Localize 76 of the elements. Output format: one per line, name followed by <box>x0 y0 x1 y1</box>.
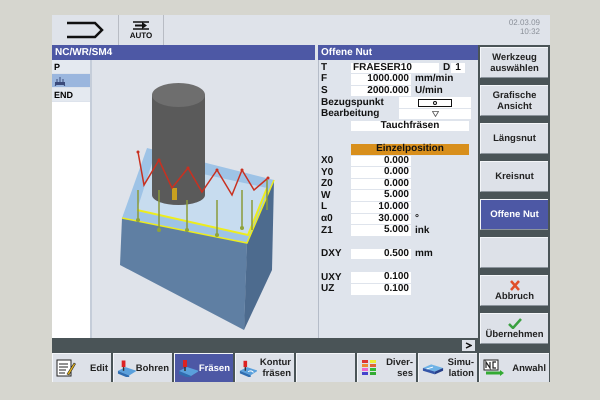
program-path-bar: NC/WR/SM4 <box>52 45 315 60</box>
reference-point-toggle[interactable] <box>399 97 471 108</box>
input-field[interactable]: 0.100 <box>351 272 411 283</box>
softkey[interactable]: Werkzeug auswählen <box>480 47 548 78</box>
unit-label: mm/min <box>415 74 454 84</box>
field-label: Z0 <box>321 179 334 190</box>
input-field[interactable]: 2000.000 <box>351 86 411 96</box>
input-field[interactable]: 5.000 <box>351 190 411 201</box>
input-field[interactable]: 1000.000 <box>351 74 411 85</box>
field-label: L <box>321 202 328 212</box>
program-block[interactable]: P <box>52 60 90 74</box>
unit-label: U/min <box>415 86 443 96</box>
milling-tool-icon <box>239 359 257 377</box>
unit-label: mm <box>415 249 433 260</box>
empty-softkey[interactable] <box>480 237 548 268</box>
softkey[interactable]: Offene Nut <box>480 199 548 230</box>
input-field[interactable]: Tauchfräsen <box>351 120 469 132</box>
program-block[interactable] <box>52 74 90 88</box>
channel-state-icon <box>65 20 105 40</box>
input-field[interactable]: 0.500 <box>351 248 411 260</box>
softkey[interactable]: Grafische Ansicht <box>480 85 548 116</box>
field-label: Y0 <box>321 168 334 178</box>
softkey[interactable]: Edit <box>52 353 111 382</box>
field-label: Z1 <box>321 226 334 236</box>
field-label: T <box>321 62 328 73</box>
softkey[interactable]: Fräsen <box>174 353 233 382</box>
input-field[interactable]: 0.000 <box>351 156 411 166</box>
softkey[interactable]: Simu-lation <box>418 353 477 382</box>
input-field[interactable]: 5.000 <box>351 225 411 236</box>
softkey[interactable]: Kreisnut <box>480 161 548 192</box>
field-label: Bezugspunkt <box>321 98 385 108</box>
check-icon <box>508 318 522 328</box>
milling-tool-icon <box>117 359 136 377</box>
field-label: UZ <box>321 284 336 294</box>
program-block[interactable]: END <box>52 88 90 102</box>
input-field[interactable]: 30.000 <box>351 214 411 224</box>
scroll-right-button[interactable] <box>462 340 475 350</box>
input-field[interactable]: 1 <box>451 62 465 74</box>
softkey[interactable]: Abbruch <box>480 275 548 306</box>
input-field[interactable]: 0.100 <box>351 284 411 295</box>
nc-arrow-icon <box>483 359 505 377</box>
section-header: Einzelposition <box>351 144 469 155</box>
dropdown-caret-icon <box>432 111 438 118</box>
unit-label: ° <box>415 214 419 224</box>
mode-label: AUTO <box>130 31 152 40</box>
field-label: W <box>321 190 332 201</box>
color-grid-icon <box>361 359 377 377</box>
input-field[interactable]: 10.000 <box>351 202 411 213</box>
softkey[interactable]: Bohren <box>113 353 172 382</box>
field-label: F <box>321 74 328 84</box>
field-label: S <box>321 86 329 96</box>
mode-arrow-icon <box>132 20 150 31</box>
field-label: X0 <box>321 156 334 166</box>
field-label: DXY <box>321 249 343 260</box>
input-field[interactable]: 0.000 <box>351 178 411 190</box>
field-label: D <box>443 62 451 73</box>
close-icon <box>508 280 520 290</box>
softkey[interactable]: Längsnut <box>480 123 548 154</box>
notepad-pencil-icon <box>56 359 76 377</box>
input-field[interactable]: FRAESER10 <box>351 62 439 74</box>
time-text: 10:32 <box>520 27 540 36</box>
cycle-icon <box>54 76 66 86</box>
chevron-right-icon <box>465 342 472 348</box>
milling-tool-icon <box>178 359 198 377</box>
softkey[interactable]: Kontur fräsen <box>235 353 294 382</box>
unit-label: ink <box>415 226 430 236</box>
field-label: UXY <box>321 272 343 283</box>
softkey[interactable]: Diver-ses <box>357 353 416 382</box>
form-title-bar: Offene Nut <box>318 45 478 60</box>
input-field[interactable]: 0.000 <box>351 167 411 178</box>
softkey[interactable]: Anwahl <box>479 353 549 382</box>
field-label: Bearbeitung <box>321 109 380 120</box>
softkey[interactable]: Übernehmen <box>480 313 548 344</box>
reference-point-icon <box>418 98 452 107</box>
field-label: α0 <box>321 214 334 224</box>
date-text: 02.03.09 <box>508 18 540 27</box>
